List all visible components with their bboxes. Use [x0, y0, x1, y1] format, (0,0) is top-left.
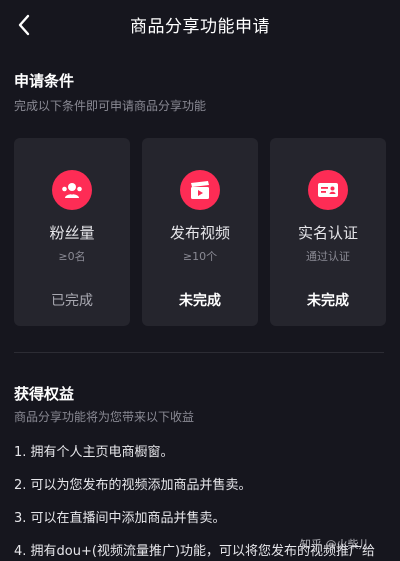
conditions-subtitle: 完成以下条件即可申请商品分享功能	[14, 99, 207, 113]
benefit-item: 3. 可以在直播间中添加商品并售卖。	[14, 511, 226, 526]
watermark: 知乎 @火柴儿	[300, 538, 370, 551]
header: 商品分享功能申请	[0, 0, 400, 50]
id-card-icon	[308, 170, 348, 210]
condition-requirement: 通过认证	[306, 250, 350, 263]
fans-icon	[52, 170, 92, 210]
condition-card-videos: 发布视频 ≥10个 未完成	[142, 138, 258, 326]
benefit-item: 1. 拥有个人主页电商橱窗。	[14, 445, 174, 460]
benefits-subtitle: 商品分享功能将为您带来以下收益	[14, 410, 195, 424]
section-divider	[14, 352, 384, 353]
page: 商品分享功能申请 申请条件 完成以下条件即可申请商品分享功能 粉丝量 ≥0名 已…	[0, 0, 400, 561]
page-title: 商品分享功能申请	[130, 17, 270, 37]
condition-status: 已完成	[51, 293, 93, 309]
benefits-title: 获得权益	[14, 385, 75, 403]
condition-label: 实名认证	[297, 224, 358, 242]
condition-label: 发布视频	[169, 224, 230, 242]
conditions-cards: 粉丝量 ≥0名 已完成 发布视频 ≥10个 未完成 实名认证 通过认证 未完成	[14, 138, 387, 326]
benefit-item: 2. 可以为您发布的视频添加商品并售卖。	[14, 478, 252, 493]
conditions-title: 申请条件	[14, 72, 75, 90]
condition-label: 粉丝量	[49, 224, 95, 242]
condition-card-realname: 实名认证 通过认证 未完成	[270, 138, 386, 326]
video-clapper-icon	[180, 170, 220, 210]
condition-requirement: ≥10个	[182, 250, 218, 263]
condition-status: 未完成	[179, 293, 221, 309]
condition-status: 未完成	[307, 293, 349, 309]
condition-card-fans: 粉丝量 ≥0名 已完成	[14, 138, 130, 326]
condition-requirement: ≥0名	[58, 250, 86, 263]
